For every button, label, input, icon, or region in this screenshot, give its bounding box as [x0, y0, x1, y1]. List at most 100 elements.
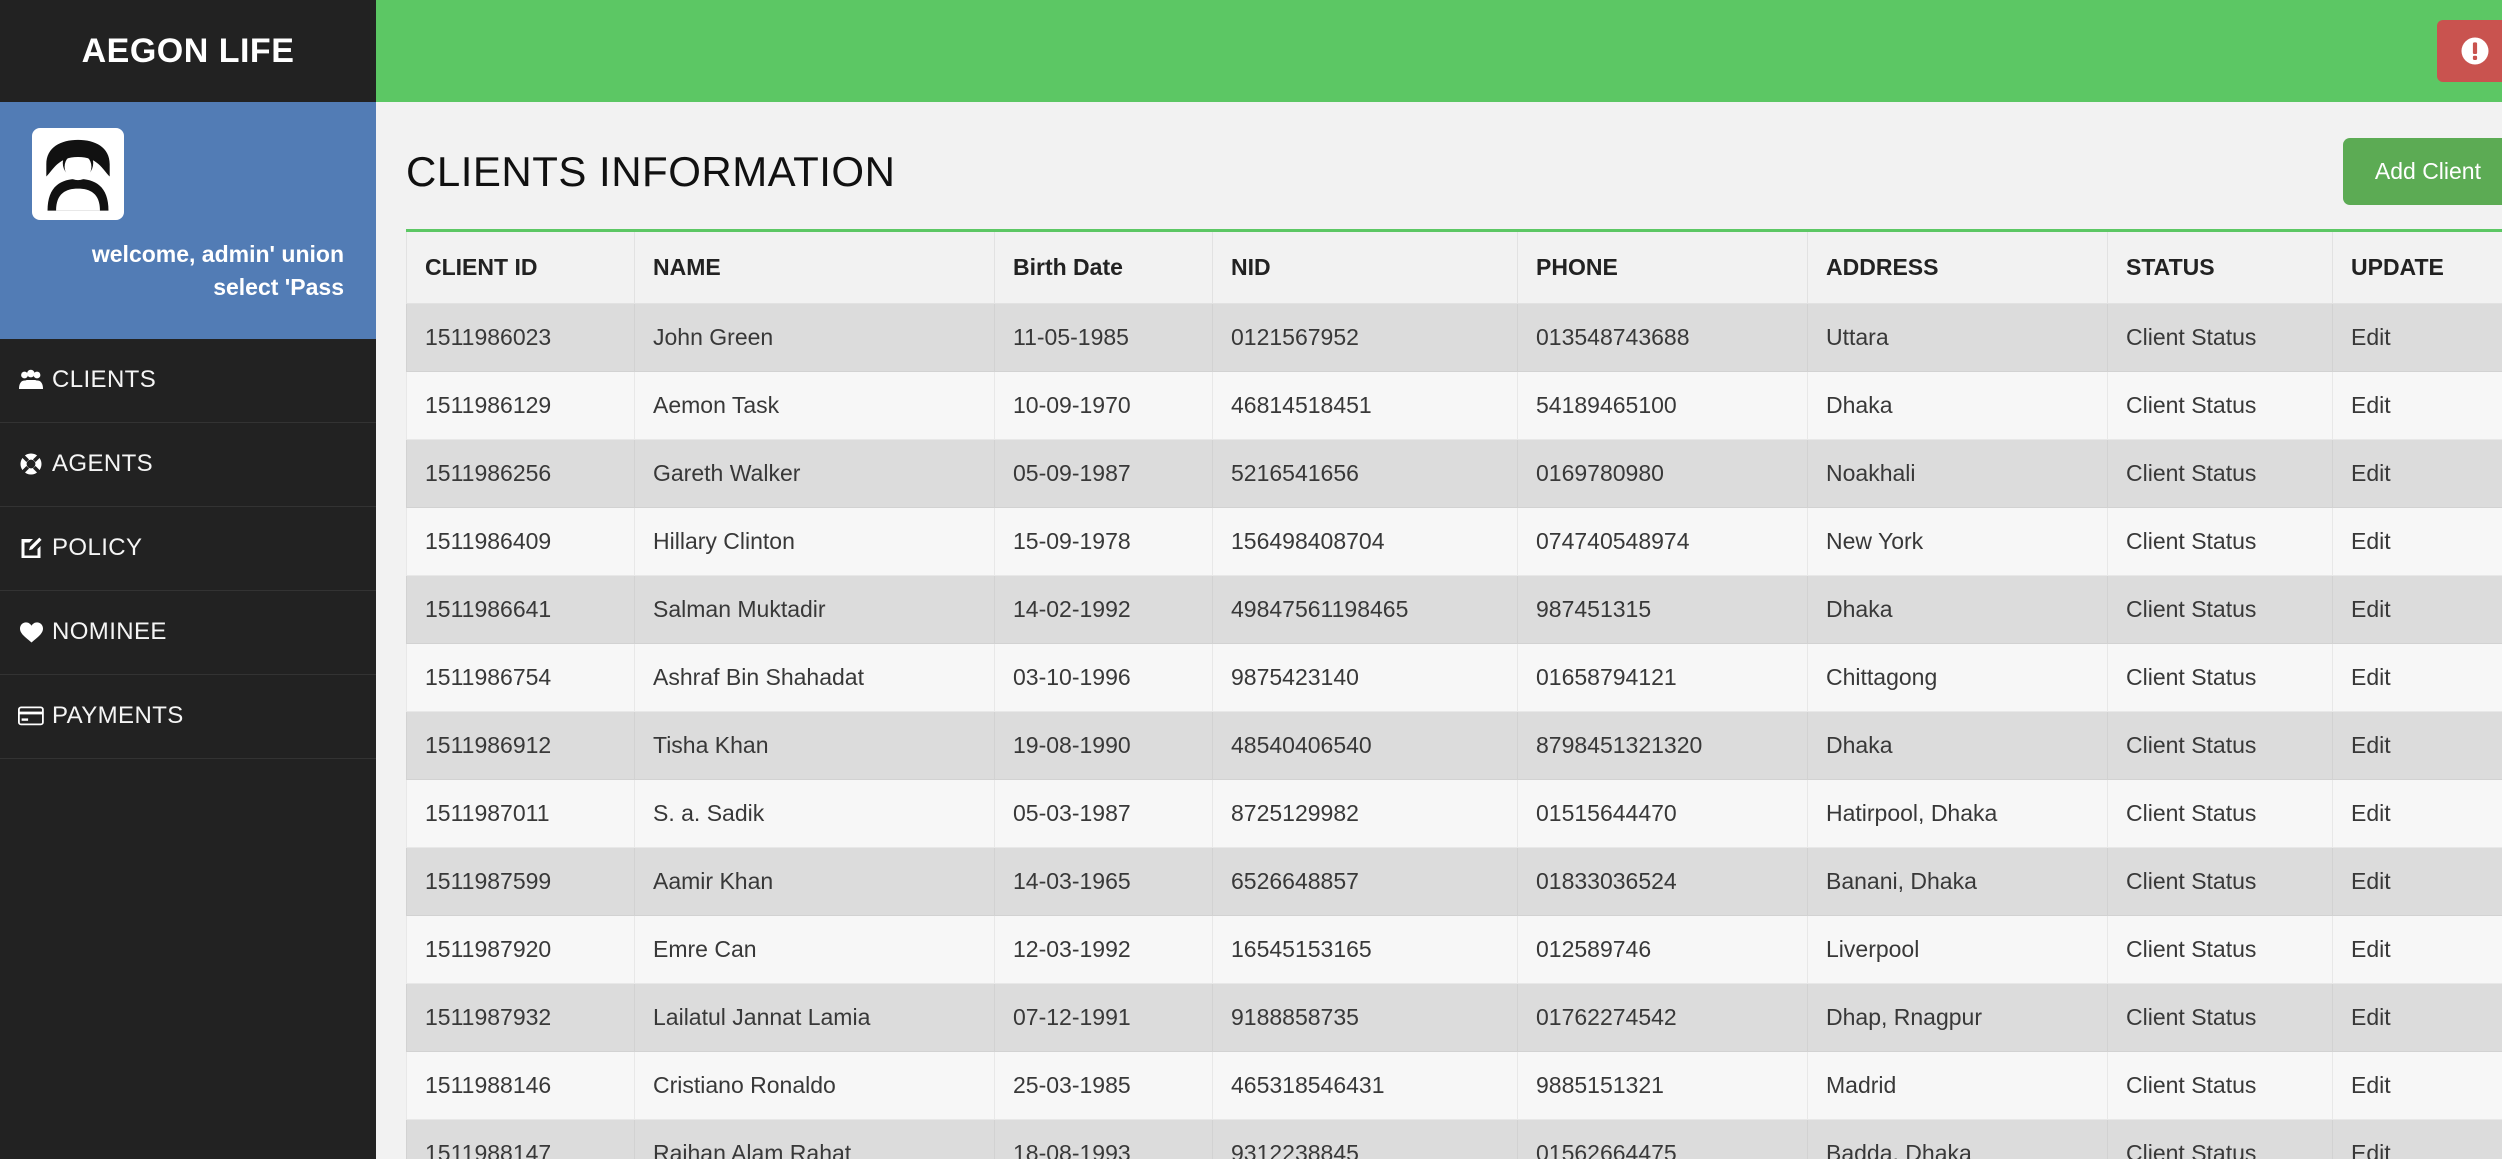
cell-nid: 9188858735 [1212, 983, 1518, 1052]
edit-link[interactable]: Edit [2332, 575, 2502, 644]
table-body: 1511986023 John Green 11-05-1985 0121567952… [406, 303, 2502, 1159]
sidebar-item-nominee[interactable]: NOMINEE [0, 591, 376, 675]
cell-nid: 5216541656 [1212, 439, 1518, 508]
table-header-row: CLIENT ID NAME Birth Date NID PHONE ADDR… [406, 230, 2502, 304]
client-status-link[interactable]: Client Status [2107, 507, 2333, 576]
sidebar-item-policy[interactable]: POLICY [0, 507, 376, 591]
alert-button[interactable] [2437, 20, 2502, 82]
sidebar-item-clients[interactable]: CLIENTS [0, 339, 376, 423]
client-status-link[interactable]: Client Status [2107, 575, 2333, 644]
sidebar-item-label: POLICY [52, 534, 143, 562]
column-header-address[interactable]: ADDRESS [1807, 230, 2108, 304]
edit-link[interactable]: Edit [2332, 711, 2502, 780]
column-header-update[interactable]: UPDATE [2332, 230, 2502, 304]
column-header-name[interactable]: NAME [634, 230, 995, 304]
column-header-status[interactable]: STATUS [2107, 230, 2333, 304]
users-icon [10, 369, 52, 391]
client-status-link[interactable]: Client Status [2107, 439, 2333, 508]
client-status-link[interactable]: Client Status [2107, 915, 2333, 984]
table-row: 1511986256 Gareth Walker 05-09-1987 5216541… [406, 439, 2502, 508]
lifebuoy-icon [10, 452, 52, 476]
cell-client-id: 1511987932 [406, 983, 635, 1052]
column-header-phone[interactable]: PHONE [1517, 230, 1808, 304]
cell-birth-date: 14-03-1965 [994, 847, 1213, 916]
sidebar-item-label: CLIENTS [52, 366, 157, 394]
cell-nid: 49847561198465 [1212, 575, 1518, 644]
cell-name: Emre Can [634, 915, 995, 984]
sidebar: AEGON LIFE welcome, admin' union select … [0, 0, 376, 1159]
sidebar-item-label: PAYMENTS [52, 702, 184, 730]
edit-link[interactable]: Edit [2332, 779, 2502, 848]
edit-link[interactable]: Edit [2332, 1051, 2502, 1120]
cell-name: Aamir Khan [634, 847, 995, 916]
cell-nid: 6526648857 [1212, 847, 1518, 916]
table-row: 1511988146 Cristiano Ronaldo 25-03-1985 465… [406, 1051, 2502, 1120]
cell-address: Hatirpool, Dhaka [1807, 779, 2108, 848]
cell-address: Dhaka [1807, 575, 2108, 644]
cell-phone: 074740548974 [1517, 507, 1808, 576]
cell-client-id: 1511986409 [406, 507, 635, 576]
edit-link[interactable]: Edit [2332, 1119, 2502, 1159]
edit-link[interactable]: Edit [2332, 507, 2502, 576]
edit-link[interactable]: Edit [2332, 371, 2502, 440]
brand-header[interactable]: AEGON LIFE [0, 0, 376, 102]
page-title: CLIENTS INFORMATION [406, 147, 896, 195]
cell-nid: 8725129982 [1212, 779, 1518, 848]
cell-client-id: 1511987011 [406, 779, 635, 848]
client-status-link[interactable]: Client Status [2107, 983, 2333, 1052]
cell-phone: 013548743688 [1517, 303, 1808, 372]
table-row: 1511986409 Hillary Clinton 15-09-1978 15649… [406, 507, 2502, 576]
cell-phone: 012589746 [1517, 915, 1808, 984]
cell-birth-date: 05-03-1987 [994, 779, 1213, 848]
edit-document-icon [10, 536, 52, 560]
sidebar-menu: CLIENTS AGENTS POLICY NOMINEE PAYMENTS [0, 338, 376, 759]
client-status-link[interactable]: Client Status [2107, 371, 2333, 440]
table-row: 1511988147 Raihan Alam Rahat 18-08-1993 931… [406, 1119, 2502, 1159]
column-header-birth-date[interactable]: Birth Date [994, 230, 1213, 304]
client-status-link[interactable]: Client Status [2107, 779, 2333, 848]
edit-link[interactable]: Edit [2332, 847, 2502, 916]
column-header-nid[interactable]: NID [1212, 230, 1518, 304]
cell-birth-date: 19-08-1990 [994, 711, 1213, 780]
table-row: 1511987920 Emre Can 12-03-1992 16545153165 0… [406, 915, 2502, 984]
sidebar-item-agents[interactable]: AGENTS [0, 423, 376, 507]
welcome-text: welcome, admin' union select 'Pass [91, 241, 344, 301]
cell-phone: 01562664475 [1517, 1119, 1808, 1159]
table-row: 1511986912 Tisha Khan 19-08-1990 4854040654… [406, 711, 2502, 780]
column-header-client-id[interactable]: CLIENT ID [406, 230, 635, 304]
cell-nid: 9312238845 [1212, 1119, 1518, 1159]
sidebar-item-payments[interactable]: PAYMENTS [0, 675, 376, 759]
edit-link[interactable]: Edit [2332, 303, 2502, 372]
edit-link[interactable]: Edit [2332, 983, 2502, 1052]
cell-birth-date: 12-03-1992 [994, 915, 1213, 984]
edit-link[interactable]: Edit [2332, 915, 2502, 984]
table-row: 1511987599 Aamir Khan 14-03-1965 6526648857… [406, 847, 2502, 916]
cell-nid: 156498408704 [1212, 507, 1518, 576]
client-status-link[interactable]: Client Status [2107, 1119, 2333, 1159]
credit-card-icon [10, 706, 52, 726]
edit-link[interactable]: Edit [2332, 643, 2502, 712]
table-head: CLIENT ID NAME Birth Date NID PHONE ADDR… [406, 230, 2502, 304]
main-area: CLIENTS INFORMATION Add Client CLIENT ID… [376, 0, 2502, 1159]
brand-name: AEGON LIFE [81, 31, 295, 70]
client-status-link[interactable]: Client Status [2107, 847, 2333, 916]
edit-link[interactable]: Edit [2332, 439, 2502, 508]
user-avatar-icon [46, 139, 110, 211]
cell-phone: 987451315 [1517, 575, 1808, 644]
cell-name: Cristiano Ronaldo [634, 1051, 995, 1120]
cell-phone: 01833036524 [1517, 847, 1808, 916]
cell-name: Raihan Alam Rahat [634, 1119, 995, 1159]
cell-phone: 01762274542 [1517, 983, 1808, 1052]
cell-phone: 8798451321320 [1517, 711, 1808, 780]
client-status-link[interactable]: Client Status [2107, 711, 2333, 780]
cell-nid: 465318546431 [1212, 1051, 1518, 1120]
heart-icon [10, 621, 52, 644]
cell-client-id: 1511986754 [406, 643, 635, 712]
client-status-link[interactable]: Client Status [2107, 643, 2333, 712]
client-status-link[interactable]: Client Status [2107, 1051, 2333, 1120]
add-client-button[interactable]: Add Client [2342, 138, 2502, 205]
client-status-link[interactable]: Client Status [2107, 303, 2333, 372]
cell-birth-date: 15-09-1978 [994, 507, 1213, 576]
clients-table: CLIENT ID NAME Birth Date NID PHONE ADDR… [406, 229, 2502, 1159]
table-row: 1511987932 Lailatul Jannat Lamia 07-12-199… [406, 983, 2502, 1052]
